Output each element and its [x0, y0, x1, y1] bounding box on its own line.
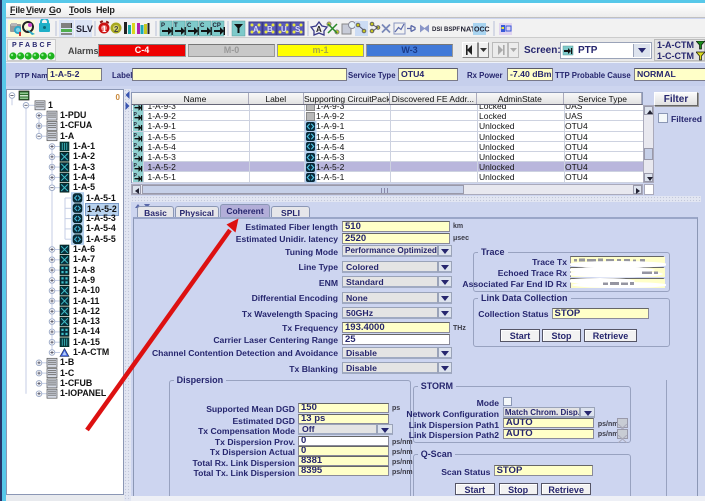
svg-text:A: A: [253, 25, 259, 34]
svg-text:B: B: [267, 25, 273, 34]
svg-text:BSPF: BSPF: [444, 27, 460, 33]
svg-text:T: T: [174, 23, 178, 29]
svg-text:A: A: [316, 25, 322, 34]
svg-text:S: S: [295, 25, 301, 34]
svg-text:C: C: [200, 23, 205, 29]
svg-text:DSI: DSI: [432, 27, 442, 33]
svg-text:OCC: OCC: [474, 27, 490, 34]
svg-text:CP: CP: [213, 23, 221, 29]
svg-text:U: U: [281, 25, 287, 34]
svg-text:P: P: [161, 23, 165, 29]
svg-text:C: C: [187, 23, 192, 29]
